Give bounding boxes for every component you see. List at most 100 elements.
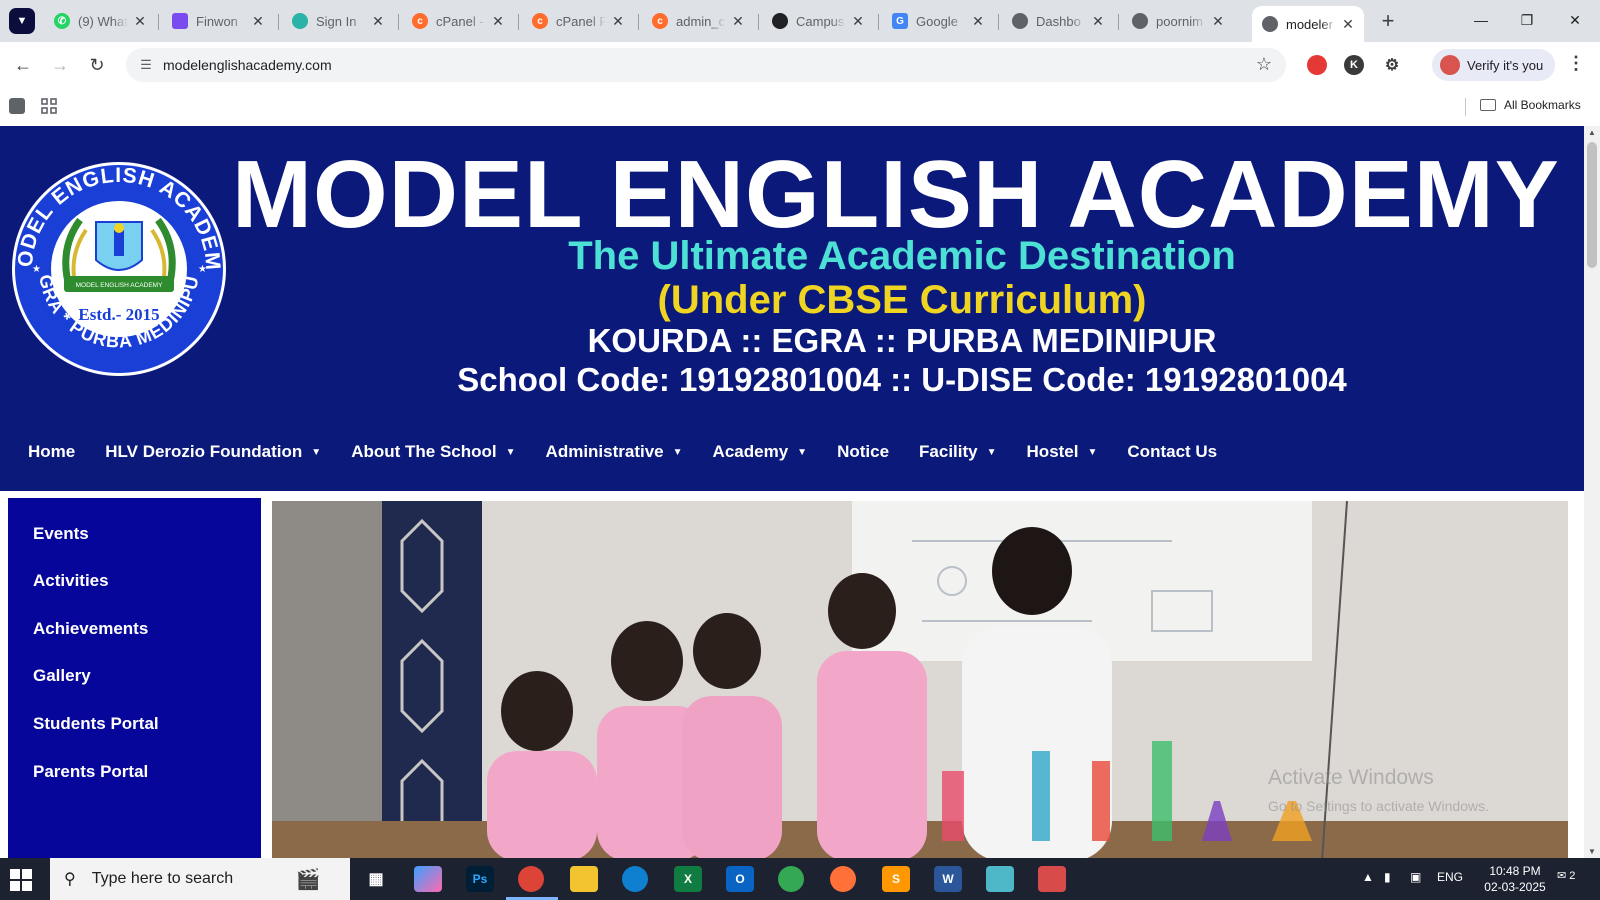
scroll-down-icon[interactable]: ▼ xyxy=(1588,847,1596,856)
chrome-icon[interactable] xyxy=(778,866,804,892)
search-highlight-icon[interactable]: 🎬 xyxy=(288,866,328,892)
back-button[interactable]: ← xyxy=(9,51,37,79)
sidebar-item-activities[interactable]: Activities xyxy=(33,571,109,591)
chrome-icon[interactable] xyxy=(518,866,544,892)
new-tab-button[interactable]: + xyxy=(1375,8,1401,34)
nav-administrative[interactable]: Administrative ▼ xyxy=(546,442,683,462)
scroll-up-icon[interactable]: ▲ xyxy=(1588,128,1596,137)
browser-tab[interactable]: c cPanel - ✕ xyxy=(402,6,514,36)
globe-icon xyxy=(1012,13,1028,29)
close-icon[interactable]: ✕ xyxy=(370,13,386,30)
verify-label: Verify it's you xyxy=(1467,57,1544,73)
nav-hlv-derozio-foundation[interactable]: HLV Derozio Foundation ▼ xyxy=(105,442,321,462)
cpanel-icon: c xyxy=(652,13,668,29)
browser-tab[interactable]: Finwon ✕ xyxy=(162,6,274,36)
nav-facility[interactable]: Facility ▼ xyxy=(919,442,997,462)
browser-tab[interactable]: Campus ✕ xyxy=(762,6,874,36)
site-header: MODEL ENGLISH ACADEMY EGRA * PURBA MEDIN… xyxy=(0,126,1584,491)
browser-tab[interactable]: c cPanel F ✕ xyxy=(522,6,634,36)
chevron-down-icon: ▼ xyxy=(1087,446,1098,458)
browser-tab[interactable]: Sign In ✕ xyxy=(282,6,394,36)
language-indicator[interactable]: ENG xyxy=(1437,870,1463,884)
site-tagline: The Ultimate Academic Destination xyxy=(568,234,1236,278)
url-text[interactable]: modelenglishacademy.com xyxy=(163,57,332,73)
restore-button[interactable]: ❐ xyxy=(1504,0,1550,40)
close-icon[interactable]: ✕ xyxy=(730,13,746,30)
sublime-text-icon[interactable]: S xyxy=(882,866,910,892)
close-icon[interactable]: ✕ xyxy=(250,13,266,30)
address-bar[interactable]: ☰ modelenglishacademy.com ☆ xyxy=(126,48,1286,82)
close-icon[interactable]: ✕ xyxy=(970,13,986,30)
forward-button[interactable]: → xyxy=(46,51,74,79)
browser-tab[interactable]: ✆ (9) What ✕ xyxy=(44,6,156,36)
notification-center-icon[interactable]: ✉ 2 xyxy=(1557,869,1581,889)
paint-icon[interactable] xyxy=(1038,866,1066,892)
notepad-icon[interactable] xyxy=(986,866,1014,892)
reload-button[interactable]: ↻ xyxy=(83,51,111,79)
minimize-button[interactable]: — xyxy=(1458,0,1504,40)
outlook-icon[interactable]: O xyxy=(726,866,754,892)
nav-contact-us[interactable]: Contact Us xyxy=(1127,442,1217,462)
chevron-down-icon: ▼ xyxy=(505,446,516,458)
nav-academy[interactable]: Academy ▼ xyxy=(713,442,808,462)
sidebar-item-events[interactable]: Events xyxy=(33,524,89,544)
bookmark-app-icon[interactable] xyxy=(9,98,25,114)
browser-tab[interactable]: c admin_c ✕ xyxy=(642,6,754,36)
chevron-up-icon[interactable]: ▲ xyxy=(1362,870,1374,884)
browser-tab[interactable]: G Google ✕ xyxy=(882,6,994,36)
tab-search-button[interactable]: ▼ xyxy=(9,8,35,34)
site-info-icon[interactable]: ☰ xyxy=(136,55,156,75)
sidebar-item-parents-portal[interactable]: Parents Portal xyxy=(33,762,148,782)
browser-tab-active[interactable]: modeler ✕ xyxy=(1252,6,1364,42)
sidebar-item-students-portal[interactable]: Students Portal xyxy=(33,714,159,734)
sidebar-item-achievements[interactable]: Achievements xyxy=(33,619,148,639)
file-explorer-icon[interactable] xyxy=(570,866,598,892)
close-icon[interactable]: ✕ xyxy=(132,13,148,30)
close-icon[interactable]: ✕ xyxy=(490,13,506,30)
nav-hostel[interactable]: Hostel ▼ xyxy=(1027,442,1098,462)
browser-tab[interactable]: Dashbo ✕ xyxy=(1002,6,1114,36)
close-window-button[interactable]: ✕ xyxy=(1552,0,1598,40)
excel-icon[interactable]: X xyxy=(674,866,702,892)
all-bookmarks-button[interactable]: All Bookmarks xyxy=(1480,98,1581,112)
page-scrollbar[interactable]: ▲ ▼ xyxy=(1584,126,1600,858)
close-icon[interactable]: ✕ xyxy=(850,13,866,30)
taskbar-clock[interactable]: 10:48 PM 02-03-2025 xyxy=(1477,863,1553,895)
sidebar-item-gallery[interactable]: Gallery xyxy=(33,666,91,686)
windows-start-icon[interactable] xyxy=(10,869,32,891)
network-icon[interactable]: ▣ xyxy=(1410,870,1421,884)
task-view-icon[interactable]: ▦ xyxy=(362,866,390,892)
nav-label: Academy xyxy=(712,442,789,461)
finwon-icon xyxy=(172,13,188,29)
extension-icon[interactable] xyxy=(1307,55,1327,75)
bookmark-star-icon[interactable]: ☆ xyxy=(1256,54,1272,75)
globe-icon xyxy=(1132,13,1148,29)
nav-label: Notice xyxy=(837,442,890,461)
browser-menu-icon[interactable]: ⋮ xyxy=(1567,53,1585,74)
close-icon[interactable]: ✕ xyxy=(1090,13,1106,30)
verify-identity-button[interactable]: Verify it's you xyxy=(1432,49,1555,81)
close-icon[interactable]: ✕ xyxy=(1340,16,1356,33)
battery-icon[interactable]: ▮ xyxy=(1384,870,1391,884)
tab-divider xyxy=(878,14,879,30)
close-icon[interactable]: ✕ xyxy=(610,13,626,30)
browser-toolbar: ← → ↻ ☰ modelenglishacademy.com ☆ K ⚙ Ve… xyxy=(0,42,1600,88)
school-logo[interactable]: MODEL ENGLISH ACADEMY EGRA * PURBA MEDIN… xyxy=(10,160,228,378)
activate-windows-title: Activate Windows xyxy=(1268,766,1434,789)
edge-icon[interactable] xyxy=(622,866,648,892)
photoshop-icon[interactable]: Ps xyxy=(466,866,494,892)
nav-notice[interactable]: Notice xyxy=(837,442,889,462)
apps-grid-icon[interactable] xyxy=(41,98,57,114)
profile-k-icon[interactable]: K xyxy=(1344,55,1364,75)
copilot-icon[interactable] xyxy=(414,866,442,892)
nav-about-the-school[interactable]: About The School ▼ xyxy=(351,442,515,462)
scrollbar-thumb[interactable] xyxy=(1587,142,1597,268)
folder-icon xyxy=(1480,99,1496,111)
nav-home[interactable]: Home xyxy=(28,442,75,462)
extensions-puzzle-icon[interactable]: ⚙ xyxy=(1382,55,1402,75)
close-icon[interactable]: ✕ xyxy=(1210,13,1226,30)
browser-tab[interactable]: poornim ✕ xyxy=(1122,6,1234,36)
word-icon[interactable]: W xyxy=(934,866,962,892)
nav-label: Home xyxy=(28,442,76,461)
firefox-icon[interactable] xyxy=(830,866,856,892)
